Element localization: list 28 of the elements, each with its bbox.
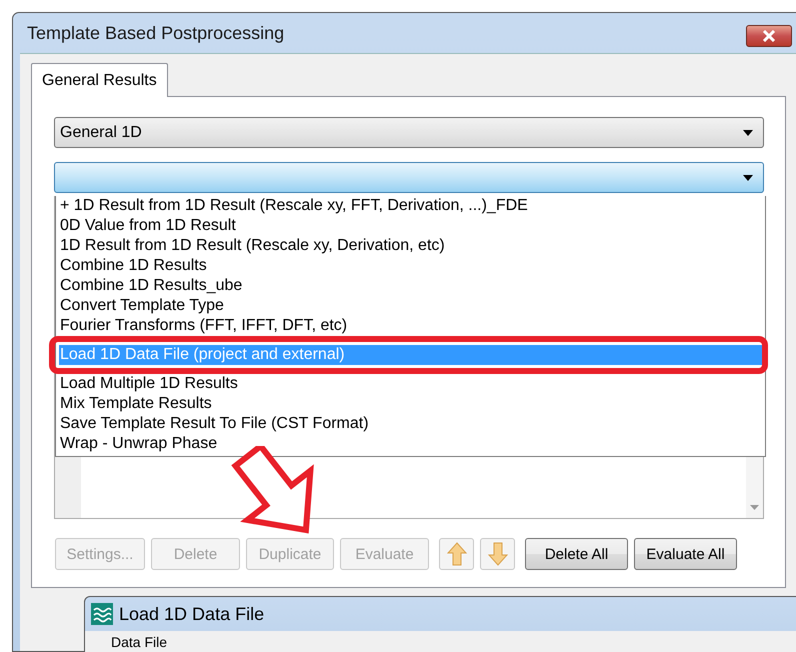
window-title: Template Based Postprocessing	[27, 22, 284, 44]
close-icon	[762, 30, 776, 42]
up-arrow-icon	[446, 542, 466, 566]
caret-icon	[743, 130, 753, 136]
dropdown-option[interactable]: Load Multiple 1D Results	[59, 374, 765, 394]
field-label: Data File	[111, 635, 168, 650]
scroll-down-icon	[750, 505, 759, 510]
tab[interactable]: General Results	[31, 63, 168, 97]
dropdown-option[interactable]: Convert Template Type	[59, 296, 765, 316]
evaluate-all-button[interactable]: Evaluate All	[634, 538, 737, 570]
dropdown-option[interactable]: Combine 1D Results	[59, 256, 765, 276]
caret-icon	[743, 174, 753, 180]
dropdown-option[interactable]: Combine 1D Results_ube	[59, 276, 765, 296]
dropdown-option[interactable]: Save Template Result To File (CST Format)	[59, 414, 765, 434]
wave-icon	[91, 603, 113, 625]
delete-all-button[interactable]: Delete All	[525, 538, 628, 570]
dropdown-option[interactable]: Fourier Transforms (FFT, IFFT, DFT, etc)	[59, 316, 765, 336]
close-button[interactable]	[746, 25, 792, 47]
dropdown-option[interactable]: + 1D Result from 1D Result (Rescale xy, FFT, Derivation, ...)_FDE	[59, 196, 765, 216]
list-gutter	[55, 457, 81, 518]
category-dropdown[interactable]: General 1D	[54, 117, 764, 148]
dropdown-option[interactable]: Mix Template Results	[59, 394, 765, 414]
child-window-title: Load 1D Data File	[119, 604, 264, 624]
dropdown-option[interactable]: 0D Value from 1D Result	[59, 216, 765, 236]
template-dropdown[interactable]	[54, 162, 764, 193]
down-arrow-icon	[488, 542, 508, 566]
dropdown-option[interactable]: 1D Result from 1D Result (Rescale xy, Derivation, etc)	[59, 236, 765, 256]
dropdown-option[interactable]: Wrap - Unwrap Phase	[59, 434, 765, 454]
